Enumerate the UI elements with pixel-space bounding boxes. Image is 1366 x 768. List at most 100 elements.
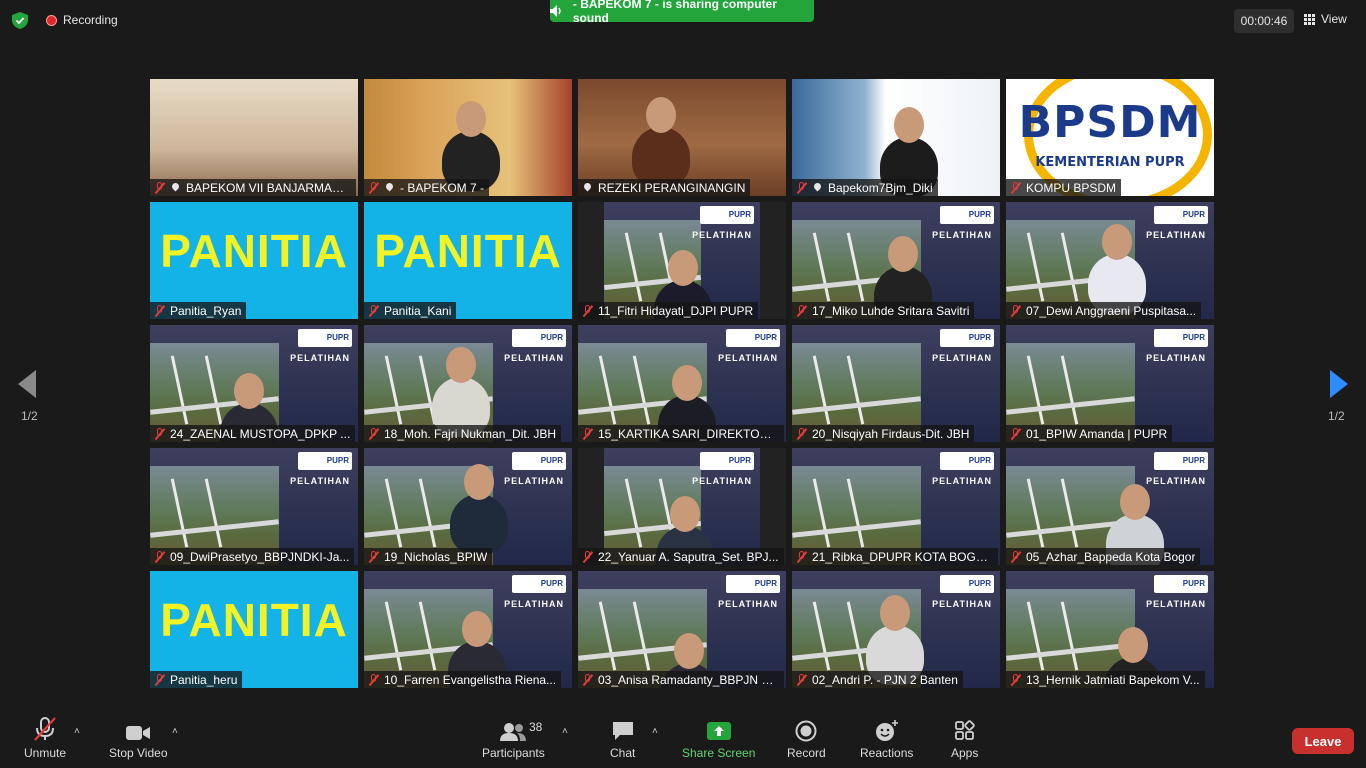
participant-name: KOMPU BPSDM — [1026, 180, 1117, 195]
participant-tile[interactable]: PANITIA Panitia_Ryan — [150, 202, 358, 319]
participant-tile[interactable]: PUPR PELATIHAN 07_Dewi Anggraeni Puspita… — [1006, 202, 1214, 319]
muted-microphone-icon — [1010, 673, 1021, 686]
muted-microphone-icon — [368, 673, 379, 686]
poster-title: PELATIHAN — [718, 353, 778, 363]
participant-name-bar: 02_Andri P. - PJN 2 Banten — [792, 671, 963, 688]
participant-name: 02_Andri P. - PJN 2 Banten — [812, 672, 958, 687]
muted-microphone-icon — [796, 550, 807, 563]
poster-title: PELATIHAN — [1146, 230, 1206, 240]
participant-tile[interactable]: PUPR PELATIHAN 18_Moh. Fajri Nukman_Dit.… — [364, 325, 572, 442]
participant-name: 10_Farren Evangelistha Riena... — [384, 672, 557, 687]
video-options-chevron-icon[interactable]: ˄ — [172, 726, 180, 737]
participant-name: 21_Ribka_DPUPR KOTA BOGOR — [812, 549, 993, 564]
participant-name-bar: 05_Azhar_Bappeda Kota Bogor — [1006, 548, 1201, 565]
participant-name-bar: 22_Yanuar A. Saputra_Set. BPJ... — [578, 548, 784, 565]
unmute-button[interactable]: Unmute — [24, 712, 66, 760]
share-screen-button[interactable]: Share Screen — [682, 712, 755, 760]
next-page-arrow-icon[interactable] — [1330, 370, 1348, 398]
spotlight-pin-icon — [170, 182, 181, 194]
poster-title: PELATIHAN — [1146, 599, 1206, 609]
bpsdm-title: BPSDM — [1018, 97, 1202, 148]
apps-icon — [954, 720, 975, 740]
participant-tile[interactable]: PUPR PELATIHAN 03_Anisa Ramadanty_BBPJN … — [578, 571, 786, 688]
participant-tile[interactable]: PUPR PELATIHAN 11_Fitri Hidayati_DJPI PU… — [578, 202, 786, 319]
participant-tile[interactable]: PUPR PELATIHAN 05_Azhar_Bappeda Kota Bog… — [1006, 448, 1214, 565]
stop-video-button[interactable]: Stop Video — [109, 712, 168, 760]
poster-title: PELATIHAN — [504, 476, 564, 486]
participant-tile[interactable]: PUPR PELATIHAN 24_ZAENAL MUSTOPA_DPKP ..… — [150, 325, 358, 442]
spotlight-pin-icon — [582, 182, 593, 194]
muted-microphone-icon — [154, 550, 165, 563]
record-dot-icon — [46, 14, 57, 26]
muted-microphone-icon — [1010, 550, 1021, 563]
chat-options-chevron-icon[interactable]: ˄ — [652, 726, 660, 737]
reactions-button[interactable]: Reactions — [860, 712, 913, 760]
participant-tile[interactable]: PUPR PELATIHAN 09_DwiPrasetyo_BBPJNDKI-J… — [150, 448, 358, 565]
poster-title: PELATIHAN — [692, 476, 752, 486]
participant-tile[interactable]: PANITIA Panitia_heru — [150, 571, 358, 688]
view-button[interactable]: View — [1304, 12, 1347, 26]
participant-tile[interactable]: PUPR PELATIHAN 01_BPIW Amanda | PUPR — [1006, 325, 1214, 442]
participant-tile[interactable]: PUPR PELATIHAN 15_KARTIKA SARI_DIREKTORA… — [578, 325, 786, 442]
poster-title: PELATIHAN — [290, 353, 350, 363]
poster-title: PELATIHAN — [718, 599, 778, 609]
record-button[interactable]: Record — [787, 712, 826, 760]
pupr-logo: PUPR — [940, 206, 994, 224]
participant-tile[interactable]: Bapekom7Bjm_Diki — [792, 79, 1000, 196]
pupr-logo: PUPR — [940, 329, 994, 347]
participants-icon — [500, 723, 527, 741]
participant-tile[interactable]: PUPR PELATIHAN 22_Yanuar A. Saputra_Set.… — [578, 448, 786, 565]
participant-name-bar: 10_Farren Evangelistha Riena... — [364, 671, 562, 688]
participant-tile[interactable]: PUPR PELATIHAN 17_Miko Luhde Sritara Sav… — [792, 202, 1000, 319]
participant-tile[interactable]: PUPR PELATIHAN 19_Nicholas_BPIW — [364, 448, 572, 565]
apps-button[interactable]: Apps — [951, 712, 978, 760]
participant-tile[interactable]: PANITIA Panitia_Kani — [364, 202, 572, 319]
previous-page-arrow-icon[interactable] — [18, 370, 36, 398]
muted-microphone-icon — [796, 673, 807, 686]
pupr-logo: PUPR — [298, 329, 352, 347]
participant-name-bar: 15_KARTIKA SARI_DIREKTORA... — [578, 425, 784, 442]
participant-name: 11_Fitri Hidayati_DJPI PUPR — [598, 303, 754, 318]
participant-tile[interactable]: - BAPEKOM 7 - — [364, 79, 572, 196]
participant-name-bar: 13_Hernik Jatmiati Bapekom V... — [1006, 671, 1205, 688]
participant-video — [450, 494, 508, 554]
muted-microphone-icon — [796, 181, 807, 194]
participants-button[interactable]: Participants 38 — [482, 712, 545, 760]
participant-tile[interactable]: REZEKI PERANGINANGIN — [578, 79, 786, 196]
muted-microphone-icon — [154, 181, 165, 194]
security-shield-icon[interactable] — [12, 12, 28, 29]
participant-tile[interactable]: BPSDM KEMENTERIAN PUPR KOMPU BPSDM — [1006, 79, 1214, 196]
participant-tile[interactable]: PUPR PELATIHAN 13_Hernik Jatmiati Bapeko… — [1006, 571, 1214, 688]
audio-options-chevron-icon[interactable]: ˄ — [74, 726, 82, 737]
recording-indicator[interactable]: Recording — [46, 13, 118, 27]
participant-name-bar: - BAPEKOM 7 - — [364, 179, 490, 196]
participant-name: REZEKI PERANGINANGIN — [598, 180, 746, 195]
bpsdm-subtitle: KEMENTERIAN PUPR — [1035, 155, 1185, 170]
participant-video — [632, 127, 690, 187]
spotlight-pin-icon — [384, 182, 395, 194]
page-indicator-left: 1/2 — [21, 409, 38, 423]
chat-bubble-icon — [612, 722, 633, 740]
muted-microphone-icon — [796, 304, 807, 317]
stop-video-label: Stop Video — [109, 746, 168, 760]
muted-microphone-icon — [582, 550, 593, 563]
muted-microphone-icon — [1010, 304, 1021, 317]
poster-title: PELATIHAN — [504, 353, 564, 363]
pupr-logo: PUPR — [1154, 575, 1208, 593]
poster-title: PELATIHAN — [932, 353, 992, 363]
participant-tile[interactable]: BAPEKOM VII BANJARMASI... — [150, 79, 358, 196]
participants-options-chevron-icon[interactable]: ˄ — [562, 726, 570, 737]
chat-button[interactable]: Chat — [610, 712, 635, 760]
muted-microphone-icon — [796, 427, 807, 440]
participant-name: Panitia_heru — [170, 672, 238, 687]
record-icon — [795, 720, 817, 742]
participant-tile[interactable]: PUPR PELATIHAN 02_Andri P. - PJN 2 Bante… — [792, 571, 1000, 688]
participant-tile[interactable]: PUPR PELATIHAN 10_Farren Evangelistha Ri… — [364, 571, 572, 688]
participant-tile[interactable]: PUPR PELATIHAN 20_Nisqiyah Firdaus-Dit. … — [792, 325, 1000, 442]
pupr-logo: PUPR — [726, 329, 780, 347]
pupr-logo: PUPR — [700, 206, 754, 224]
participant-tile[interactable]: PUPR PELATIHAN 21_Ribka_DPUPR KOTA BOGOR — [792, 448, 1000, 565]
participant-name: BAPEKOM VII BANJARMASI... — [186, 180, 351, 195]
participant-name: 20_Nisqiyah Firdaus-Dit. JBH — [812, 426, 970, 441]
leave-button[interactable]: Leave — [1292, 728, 1354, 754]
